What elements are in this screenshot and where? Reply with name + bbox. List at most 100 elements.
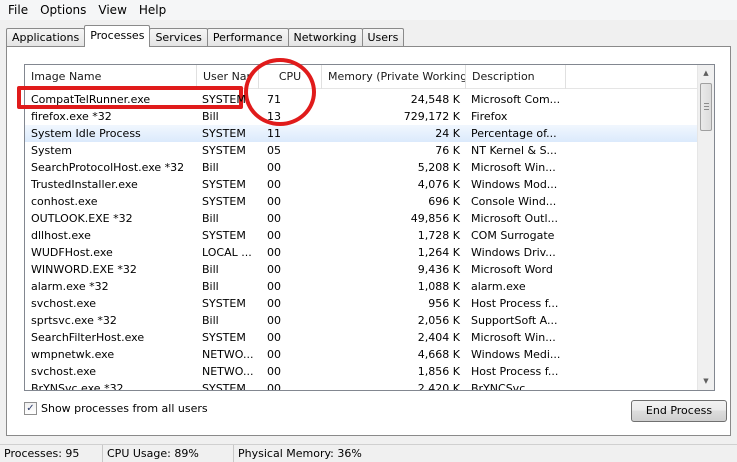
process-list[interactable]: Image Name User Nar ▲ CPU Memory (Privat… <box>24 64 715 391</box>
cell-image-name: sprtsvc.exe *32 <box>31 314 117 327</box>
table-row[interactable]: alarm.exe *32 Bill 00 1,088 K alarm.exe <box>25 278 698 295</box>
cell-image-name: CompatTelRunner.exe <box>31 93 151 106</box>
cell-description: Firefox <box>471 110 508 123</box>
menu-view[interactable]: View <box>92 0 132 20</box>
table-row[interactable]: firefox.exe *32 Bill 13 729,172 K Firefox <box>25 108 698 125</box>
scrollbar-thumb[interactable] <box>700 83 712 131</box>
table-row[interactable]: WUDFHost.exe LOCAL ... 00 1,264 K Windows Dr… <box>25 244 698 261</box>
cell-cpu: 00 <box>267 331 281 344</box>
cell-user-name: Bill <box>202 212 219 225</box>
cell-image-name: SearchProtocolHost.exe *32 <box>31 161 185 174</box>
tab-services[interactable]: Services <box>149 28 208 47</box>
cell-image-name: System <box>31 144 73 157</box>
cell-memory: 1,856 K <box>417 365 460 378</box>
cell-user-name: NETWO... <box>202 365 254 378</box>
tab-strip: Applications Processes Services Performa… <box>6 25 405 47</box>
end-process-button[interactable]: End Process <box>631 400 727 422</box>
cell-memory: 24,548 K <box>410 93 460 106</box>
cell-cpu: 11 <box>267 127 281 140</box>
sort-up-arrow-icon: ▲ <box>287 65 292 67</box>
cell-memory: 729,172 K <box>403 110 460 123</box>
cell-cpu: 00 <box>267 280 281 293</box>
cell-description: COM Surrogate <box>471 229 555 242</box>
cell-cpu: 00 <box>267 212 281 225</box>
table-row[interactable]: SearchProtocolHost.exe *32 Bill 00 5,208 K M… <box>25 159 698 176</box>
menu-options[interactable]: Options <box>34 0 92 20</box>
cell-image-name: wmpnetwk.exe <box>31 348 115 361</box>
table-row[interactable]: wmpnetwk.exe NETWO... 00 4,668 K Windows Med… <box>25 346 698 363</box>
cell-description: alarm.exe <box>471 280 526 293</box>
cell-user-name: SYSTEM <box>202 93 246 106</box>
cell-cpu: 05 <box>267 144 281 157</box>
cell-image-name: SearchFilterHost.exe <box>31 331 145 344</box>
table-row[interactable]: svchost.exe NETWO... 00 1,856 K Host Process… <box>25 363 698 380</box>
cell-memory: 1,088 K <box>417 280 460 293</box>
column-header-row: Image Name User Nar ▲ CPU Memory (Privat… <box>25 65 698 89</box>
table-row[interactable]: OUTLOOK.EXE *32 Bill 00 49,856 K Microsoft O… <box>25 210 698 227</box>
process-rows: CompatTelRunner.exe SYSTEM 71 24,548 K Micro… <box>25 91 698 391</box>
cell-image-name: WINWORD.EXE *32 <box>31 263 137 276</box>
table-row[interactable]: sprtsvc.exe *32 Bill 00 2,056 K SupportSoft … <box>25 312 698 329</box>
cell-image-name: TrustedInstaller.exe <box>31 178 138 191</box>
table-row[interactable]: svchost.exe SYSTEM 00 956 K Host Process f..… <box>25 295 698 312</box>
status-physical-memory: Physical Memory: 36% <box>238 446 362 460</box>
table-row[interactable]: System SYSTEM 05 76 K NT Kernel & S... <box>25 142 698 159</box>
column-header-description[interactable]: Description <box>466 65 566 89</box>
cell-user-name: SYSTEM <box>202 144 246 157</box>
cell-memory: 49,856 K <box>410 212 460 225</box>
cell-image-name: svchost.exe <box>31 297 97 310</box>
cell-user-name: SYSTEM <box>202 229 246 242</box>
cell-user-name: Bill <box>202 314 219 327</box>
scroll-down-icon[interactable]: ▼ <box>698 373 714 390</box>
table-row[interactable]: BrYNSvc.exe *32 SYSTEM 00 2,420 K BrYNCSvc <box>25 380 698 391</box>
table-row[interactable]: SearchFilterHost.exe SYSTEM 00 2,404 K Micro… <box>25 329 698 346</box>
cell-description: Microsoft Com... <box>471 93 561 106</box>
cell-description: NT Kernel & S... <box>471 144 558 157</box>
tab-networking[interactable]: Networking <box>287 28 363 47</box>
tab-processes[interactable]: Processes <box>84 25 151 47</box>
column-header-memory[interactable]: Memory (Private Working Set) <box>322 65 466 89</box>
table-row[interactable]: System Idle Process SYSTEM 11 24 K Percentag… <box>25 125 698 142</box>
vertical-scrollbar[interactable]: ▲ ▼ <box>697 65 714 390</box>
cell-cpu: 00 <box>267 365 281 378</box>
cell-description: Microsoft Win... <box>471 161 556 174</box>
cell-description: Console Wind... <box>471 195 557 208</box>
show-all-checkbox[interactable]: ✓ <box>24 402 37 415</box>
column-header-cpu[interactable]: ▲ CPU <box>259 65 322 89</box>
processes-panel: Image Name User Nar ▲ CPU Memory (Privat… <box>6 46 731 436</box>
cell-user-name: Bill <box>202 280 219 293</box>
column-header-image-name[interactable]: Image Name <box>25 65 197 89</box>
cell-cpu: 00 <box>267 195 281 208</box>
table-row[interactable]: CompatTelRunner.exe SYSTEM 71 24,548 K Micro… <box>25 91 698 108</box>
menu-help[interactable]: Help <box>133 0 172 20</box>
column-header-cpu-label: CPU <box>278 70 302 83</box>
cell-user-name: SYSTEM <box>202 331 246 344</box>
cell-cpu: 00 <box>267 178 281 191</box>
table-row[interactable]: WINWORD.EXE *32 Bill 00 9,436 K Microsoft Wo… <box>25 261 698 278</box>
table-row[interactable]: TrustedInstaller.exe SYSTEM 00 4,076 K Windo… <box>25 176 698 193</box>
tab-users[interactable]: Users <box>361 28 405 47</box>
cell-cpu: 00 <box>267 263 281 276</box>
column-header-user-name[interactable]: User Nar <box>197 65 259 89</box>
column-header-filler <box>566 65 698 89</box>
table-row[interactable]: dllhost.exe SYSTEM 00 1,728 K COM Surrogate <box>25 227 698 244</box>
cell-user-name: SYSTEM <box>202 297 246 310</box>
table-row[interactable]: conhost.exe SYSTEM 00 696 K Console Wind... <box>25 193 698 210</box>
cell-user-name: SYSTEM <box>202 195 246 208</box>
tab-performance[interactable]: Performance <box>206 28 289 47</box>
cell-description: Percentage of... <box>471 127 557 140</box>
cell-memory: 24 K <box>435 127 460 140</box>
show-all-processes-option[interactable]: ✓ Show processes from all users <box>24 402 208 415</box>
scroll-up-icon[interactable]: ▲ <box>698 65 714 82</box>
cell-image-name: alarm.exe *32 <box>31 280 109 293</box>
cell-description: Host Process f... <box>471 365 559 378</box>
cell-description: Windows Mod... <box>471 178 558 191</box>
cell-cpu: 00 <box>267 297 281 310</box>
menu-file[interactable]: File <box>2 0 34 20</box>
cell-memory: 956 K <box>428 297 460 310</box>
cell-memory: 2,420 K <box>417 382 460 391</box>
cell-description: Microsoft Outl... <box>471 212 559 225</box>
cell-image-name: System Idle Process <box>31 127 141 140</box>
tab-applications[interactable]: Applications <box>6 28 86 47</box>
cell-user-name: Bill <box>202 263 219 276</box>
